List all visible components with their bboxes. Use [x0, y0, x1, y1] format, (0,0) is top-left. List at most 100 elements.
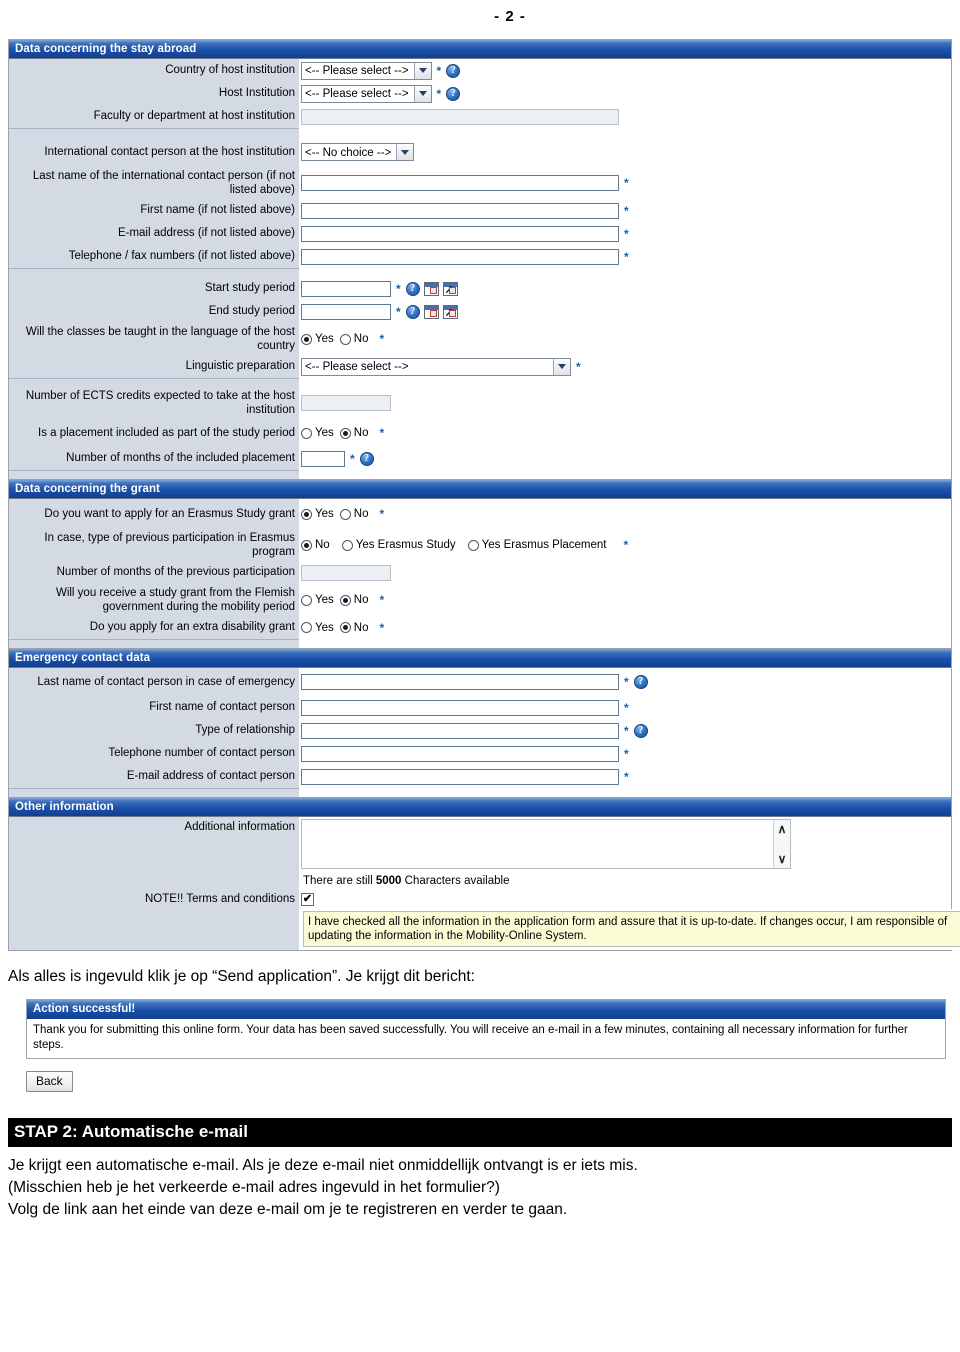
months-of-placement-input[interactable]	[301, 450, 345, 467]
required-marker: *	[396, 281, 401, 296]
field-row-country-of-host-institution: Country of host institution <-- Please s…	[9, 59, 951, 82]
field-row-emergency-telephone: Telephone number of contact person *	[9, 742, 951, 765]
required-marker: *	[624, 176, 629, 190]
radio-button[interactable]	[301, 539, 312, 551]
field-row-international-contact-person: International contact person at the host…	[9, 137, 951, 167]
radio-button[interactable]	[341, 539, 353, 551]
radio-button[interactable]	[339, 427, 351, 439]
required-marker: *	[379, 332, 385, 346]
classes-in-host-language-radio-group[interactable]: Yes No	[301, 333, 374, 345]
additional-information-textarea-wrap[interactable]: ∧ ∨	[301, 819, 791, 869]
radio-option-no[interactable]: No	[339, 621, 369, 634]
radio-option-yes[interactable]: Yes	[301, 594, 334, 606]
previous-erasmus-participation-radio-group[interactable]: No Yes Erasmus Study Yes Erasmus Placeme…	[301, 539, 613, 551]
extra-disability-grant-radio-group[interactable]: Yes No	[301, 622, 374, 634]
radio-button[interactable]	[301, 427, 312, 439]
textarea-scrollbar[interactable]: ∧ ∨	[773, 820, 790, 868]
host-institution-select[interactable]: <-- Please select -->	[301, 84, 432, 103]
months-previous-participation-input[interactable]	[301, 564, 391, 581]
ects-credits-input[interactable]	[301, 395, 391, 411]
radio-button[interactable]	[301, 622, 312, 633]
international-contact-person-value: <-- No choice -->	[305, 146, 392, 159]
chevron-down-icon[interactable]	[413, 62, 431, 79]
chevron-down-icon[interactable]	[553, 358, 570, 375]
radio-option-no[interactable]: No	[339, 508, 369, 520]
label-contact-last-name: Last name of the international contact p…	[9, 167, 299, 199]
action-successful-title: Action successful!	[27, 1000, 945, 1019]
additional-information-textarea[interactable]	[302, 820, 773, 868]
help-icon[interactable]: ?	[405, 281, 420, 296]
radio-option-yes[interactable]: Yes	[301, 333, 334, 345]
label-contact-phone-fax: Telephone / fax numbers (if not listed a…	[9, 245, 299, 268]
chevron-down-icon[interactable]	[396, 144, 414, 160]
required-marker: *	[624, 769, 629, 784]
radio-option-no[interactable]: No	[339, 427, 369, 439]
help-icon[interactable]: ?	[359, 451, 374, 466]
international-contact-person-select[interactable]: <-- No choice -->	[301, 143, 415, 161]
emergency-relationship-input[interactable]	[301, 722, 619, 739]
terms-and-conditions-checkbox[interactable]: ✔	[301, 892, 314, 906]
required-marker: *	[624, 746, 629, 761]
calendar-picker-icon[interactable]: ↗	[442, 304, 458, 319]
calendar-icon[interactable]	[423, 281, 439, 296]
emergency-last-name-input[interactable]	[301, 674, 619, 690]
contact-first-name-input[interactable]	[301, 202, 619, 219]
radio-button[interactable]	[339, 508, 351, 520]
radio-option-no[interactable]: No	[339, 594, 368, 606]
field-row-flemish-study-grant: Will you receive a study grant from the …	[9, 584, 951, 616]
radio-label: No	[353, 508, 369, 520]
apply-erasmus-study-grant-radio-group[interactable]: Yes No	[301, 508, 374, 520]
back-button[interactable]: Back	[26, 1071, 73, 1092]
radio-option-yes-erasmus-placement[interactable]: Yes Erasmus Placement	[467, 539, 607, 551]
radio-option-yes-erasmus-study[interactable]: Yes Erasmus Study	[341, 539, 456, 551]
placement-included-radio-group[interactable]: Yes No	[301, 427, 374, 439]
contact-email-input[interactable]	[301, 225, 619, 242]
radio-button[interactable]	[339, 622, 351, 633]
radio-label: Yes	[315, 594, 334, 606]
field-row-apply-erasmus-study-grant: Do you want to apply for an Erasmus Stud…	[9, 499, 951, 529]
label-characters-spacer	[9, 871, 299, 889]
radio-option-no[interactable]: No	[301, 539, 330, 551]
help-icon[interactable]: ?	[446, 86, 461, 101]
emergency-first-name-input[interactable]	[301, 699, 619, 716]
radio-button[interactable]	[301, 594, 312, 606]
radio-label: No	[353, 621, 369, 634]
label-ects-credits: Number of ECTS credits expected to take …	[9, 387, 299, 419]
emergency-telephone-input[interactable]	[301, 745, 619, 762]
radio-label: No	[353, 427, 369, 439]
field-row-end-study-period: End study period * ? ↗	[9, 300, 951, 323]
faculty-or-department-input[interactable]	[301, 108, 619, 125]
required-marker: *	[624, 723, 629, 738]
radio-option-yes[interactable]: Yes	[301, 622, 334, 634]
contact-phone-fax-input[interactable]	[301, 248, 619, 265]
scroll-up-icon[interactable]: ∧	[778, 822, 787, 836]
radio-button[interactable]	[467, 539, 479, 551]
end-study-period-input[interactable]	[301, 303, 391, 320]
chevron-down-icon[interactable]	[413, 85, 431, 102]
start-study-period-input[interactable]	[301, 280, 391, 297]
help-icon[interactable]: ?	[405, 304, 420, 319]
help-icon[interactable]: ?	[446, 63, 461, 78]
calendar-icon[interactable]	[423, 304, 439, 319]
radio-button[interactable]	[301, 333, 312, 345]
help-icon[interactable]: ?	[633, 675, 648, 689]
radio-option-no[interactable]: No	[339, 333, 368, 345]
help-icon[interactable]: ?	[633, 723, 648, 738]
radio-button[interactable]	[339, 333, 351, 345]
calendar-picker-icon[interactable]: ↗	[442, 281, 458, 296]
flemish-study-grant-radio-group[interactable]: Yes No	[301, 594, 374, 606]
radio-label: Yes	[315, 427, 334, 439]
radio-button[interactable]	[339, 594, 351, 606]
linguistic-preparation-select[interactable]: <-- Please select -->	[301, 357, 571, 376]
emergency-email-input[interactable]	[301, 768, 619, 785]
label-emergency-email: E-mail address of contact person	[9, 765, 299, 788]
radio-button[interactable]	[301, 508, 312, 520]
scroll-down-icon[interactable]: ∨	[778, 852, 787, 866]
country-of-host-institution-select[interactable]: <-- Please select -->	[301, 61, 432, 80]
action-successful-body: Thank you for submitting this online for…	[27, 1019, 945, 1058]
label-placement-included: Is a placement included as part of the s…	[9, 419, 299, 447]
contact-last-name-input[interactable]	[301, 175, 619, 191]
radio-option-yes[interactable]: Yes	[301, 508, 334, 520]
radio-option-yes[interactable]: Yes	[301, 427, 334, 439]
required-marker: *	[379, 507, 385, 521]
